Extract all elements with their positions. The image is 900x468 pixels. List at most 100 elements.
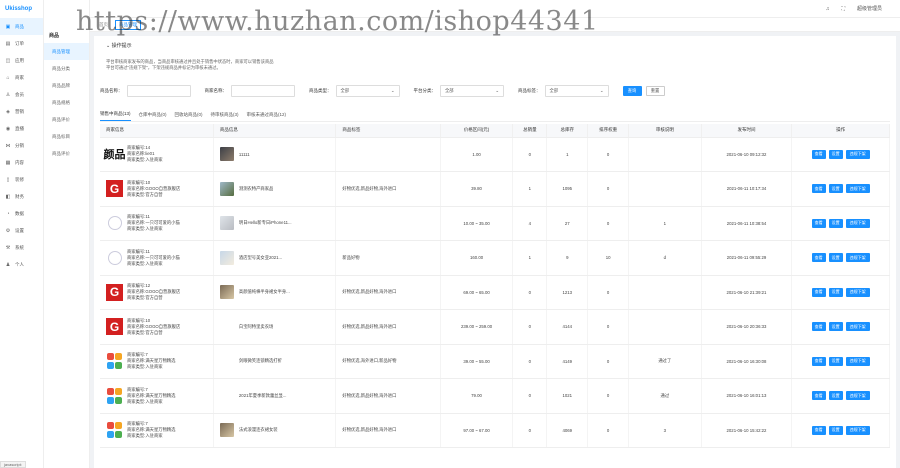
subnav-item-1[interactable]: 商品分类 — [44, 60, 89, 77]
sidebar-item-6[interactable]: ◉ 直播 — [0, 120, 43, 137]
product-thumbnail[interactable] — [220, 389, 234, 403]
subnav-item-6[interactable]: 商品评价 — [44, 145, 89, 162]
view-button[interactable]: 查看 — [811, 322, 826, 332]
sidebar-item-3[interactable]: ⌂ 商家 — [0, 69, 43, 86]
tag-goods-manage[interactable]: 商品管理 — [115, 19, 141, 30]
sidebar-item-4[interactable]: ♙ 会员 — [0, 86, 43, 103]
settings-button[interactable]: 设置 — [828, 356, 843, 366]
view-button[interactable]: 查看 — [811, 218, 826, 228]
product-name[interactable]: 测测农特产商家品 — [239, 186, 273, 192]
sidebar-item-12[interactable]: ⚙ 设置 — [0, 222, 43, 239]
product-thumbnail[interactable] — [219, 285, 234, 300]
status-tabs: 销售中商品(13) 仓库中商品(0) 回收站商品(0) 待审核商品(3) 审核未通过商品… — [100, 110, 890, 122]
subnav-item-5[interactable]: 商品标目 — [44, 128, 89, 145]
takedown-button[interactable]: 违规下架 — [845, 253, 870, 263]
type-select[interactable]: 全部 ⌄ — [335, 85, 400, 97]
sidebar-item-label: 财务 — [15, 193, 24, 199]
product-thumbnail[interactable] — [220, 354, 234, 368]
bell-icon[interactable]: ♫ — [826, 6, 830, 12]
takedown-button[interactable]: 违规下架 — [845, 391, 870, 401]
goods-name-input[interactable] — [126, 85, 191, 97]
settings-button[interactable]: 设置 — [828, 184, 843, 194]
settings-button[interactable]: 设置 — [828, 149, 843, 159]
tab-3[interactable]: 待审核商品(3) — [211, 112, 239, 121]
settings-button[interactable]: 设置 — [828, 287, 843, 297]
subnav-item-3[interactable]: 商品规格 — [44, 94, 89, 111]
settings-button[interactable]: 设置 — [828, 425, 843, 435]
product-thumbnail[interactable] — [219, 181, 234, 196]
sidebar-item-9[interactable]: ▯ 装修 — [0, 171, 43, 188]
takedown-button[interactable]: 违规下架 — [845, 287, 870, 297]
view-button[interactable]: 查看 — [811, 425, 826, 435]
product-name[interactable]: 酒店型号美女亚2021... — [239, 255, 282, 261]
product-thumbnail[interactable] — [219, 147, 234, 162]
view-button[interactable]: 查看 — [811, 184, 826, 194]
total-stock: 1213 — [546, 275, 589, 310]
sidebar-item-1[interactable]: ▤ 订单 — [0, 35, 43, 52]
product-tags: 好物优选,新品好物,海外进口 — [335, 378, 441, 414]
total-sales: 0 — [512, 137, 548, 172]
review-note — [628, 275, 702, 310]
settings-button[interactable]: 设置 — [828, 218, 843, 228]
product-name[interactable]: 2021年夏季新款蕾丝显... — [239, 393, 287, 399]
sidebar-item-2[interactable]: ◫ 应用 — [0, 52, 43, 69]
product-name[interactable]: 白宝阿特里卖农场 — [239, 324, 273, 330]
settings-button[interactable]: 设置 — [828, 322, 843, 332]
subnav-item-4[interactable]: 商品评价 — [44, 111, 89, 128]
settings-button[interactable]: 设置 — [828, 253, 843, 263]
takedown-button[interactable]: 违规下架 — [845, 322, 870, 332]
takedown-button[interactable]: 违规下架 — [845, 184, 870, 194]
takedown-button[interactable]: 违规下架 — [845, 356, 870, 366]
sidebar-item-13[interactable]: ⚒ 系统 — [0, 239, 43, 256]
reset-button[interactable]: 重置 — [645, 86, 665, 96]
sidebar-item-11[interactable]: ◔ 数据 — [0, 205, 43, 222]
total-sales: 1 — [512, 171, 548, 207]
product-thumbnail[interactable] — [219, 250, 234, 265]
takedown-button[interactable]: 违规下架 — [845, 218, 870, 228]
live-icon: ◉ — [5, 125, 11, 132]
store-icon: ⌂ — [6, 74, 10, 81]
sidebar-item-8[interactable]: ▦ 内容 — [0, 154, 43, 171]
view-button[interactable]: 查看 — [811, 253, 826, 263]
tag-home[interactable]: 首页 — [96, 21, 111, 29]
view-button[interactable]: 查看 — [811, 287, 826, 297]
search-button[interactable]: 查询 — [622, 86, 642, 96]
sidebar-item-10[interactable]: ◧ 财务 — [0, 188, 43, 205]
product-thumbnail[interactable] — [219, 423, 234, 438]
takedown-button[interactable]: 违规下架 — [845, 149, 870, 159]
product-thumbnail[interactable] — [219, 216, 234, 231]
fullscreen-icon[interactable]: ⛶ — [841, 6, 845, 12]
product-name[interactable]: 剑眼微笑连锁精选打折 — [239, 358, 282, 364]
goods-tag-select[interactable]: 全部 ⌄ — [544, 85, 609, 97]
product-thumbnail[interactable] — [220, 320, 234, 334]
sidebar-item-5[interactable]: ◈ 营销 — [0, 103, 43, 120]
subnav-item-2[interactable]: 商品品牌 — [44, 77, 89, 94]
product-name[interactable]: 明日Hello新专日iPhone11... — [239, 220, 292, 226]
tab-1[interactable]: 仓库中商品(0) — [139, 112, 167, 121]
category-select[interactable]: 全部 ⌄ — [440, 85, 504, 97]
view-button[interactable]: 查看 — [811, 356, 826, 366]
total-sales: 0 — [512, 378, 548, 414]
product-tags: 好物优选,海外进口,新品好物 — [335, 344, 441, 379]
product-name[interactable]: 法式浪漫连衣裙女装 — [239, 427, 278, 433]
sidebar-item-0[interactable]: ▣ 商品 — [0, 18, 43, 35]
merchant-name-input[interactable] — [231, 85, 295, 97]
product-name[interactable]: 11111 — [239, 152, 250, 157]
subnav-item-0[interactable]: 商品管理 — [44, 43, 89, 60]
app-logo[interactable]: Ukisshop — [0, 0, 43, 18]
sidebar-item-14[interactable]: ♟ 个人 — [0, 256, 43, 273]
tab-4[interactable]: 审核未通过商品(12) — [247, 112, 287, 121]
view-button[interactable]: 查看 — [811, 391, 826, 401]
view-button[interactable]: 查看 — [811, 149, 826, 159]
admin-menu[interactable]: 超级管理员 — [857, 5, 882, 12]
settings-button[interactable]: 设置 — [828, 391, 843, 401]
sidebar-item-label: 分销 — [15, 142, 24, 148]
sidebar-item-7[interactable]: ⋈ 分销 — [0, 137, 43, 154]
tab-2[interactable]: 回收站商品(0) — [175, 112, 203, 121]
product-name[interactable]: 高颜值纯棉半身裙女半身... — [239, 289, 290, 295]
sort-weight: 0 — [587, 275, 630, 310]
sidebar-item-label: 个人 — [15, 261, 24, 267]
merchant-logo: 颜品 — [103, 149, 126, 162]
takedown-button[interactable]: 违规下架 — [845, 425, 870, 435]
tab-0[interactable]: 销售中商品(13) — [100, 111, 131, 121]
